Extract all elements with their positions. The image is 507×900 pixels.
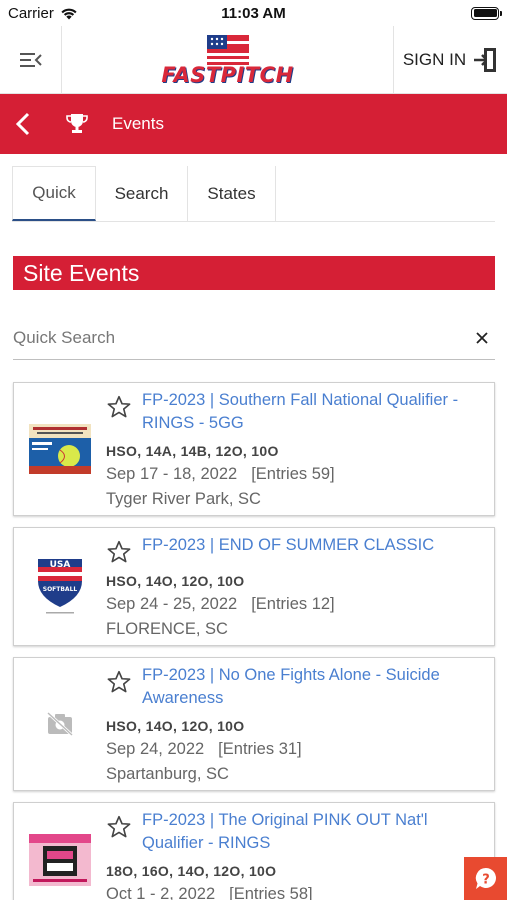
event-head: FP-2023 | No One Fights Alone - Suicide … xyxy=(106,664,486,710)
event-entries: [Entries 59] xyxy=(251,465,335,483)
chevron-left-icon xyxy=(16,112,30,136)
star-icon[interactable] xyxy=(106,814,132,840)
event-date: Sep 24, 2022 xyxy=(106,740,205,758)
status-bar: Carrier 11:03 AM xyxy=(0,0,507,26)
event-head: FP-2023 | Southern Fall National Qualifi… xyxy=(106,389,486,435)
sign-in-button[interactable]: SIGN IN xyxy=(393,26,507,93)
svg-text:USA: USA xyxy=(50,560,71,570)
event-tabs: Quick Search States xyxy=(12,166,495,222)
close-icon xyxy=(476,331,488,344)
carrier-label: Carrier xyxy=(8,4,54,22)
event-location: Tyger River Park, SC xyxy=(106,490,261,508)
star-icon[interactable] xyxy=(106,394,132,420)
event-body: FP-2023 | The Original PINK OUT Nat'l Qu… xyxy=(106,809,486,900)
sign-in-label: SIGN IN xyxy=(402,49,467,69)
event-divisions: HSO, 14O, 12O, 10O xyxy=(106,573,245,589)
event-card[interactable]: USA SOFTBALL FP-2023 | END OF SUMMER CLA… xyxy=(13,527,495,646)
usa-softball-logo: USA SOFTBALL xyxy=(38,558,82,613)
event-date: Sep 24 - 25, 2022 xyxy=(106,595,238,613)
tab-states[interactable]: States xyxy=(188,166,276,221)
sign-in-icon xyxy=(474,47,497,72)
menu-button[interactable] xyxy=(0,26,62,93)
logo-emblem-icon xyxy=(206,35,249,65)
event-list: FP-2023 | Southern Fall National Qualifi… xyxy=(13,382,495,900)
event-entries: [Entries 12] xyxy=(251,595,335,613)
help-button[interactable]: ? xyxy=(464,857,507,900)
clear-search-button[interactable] xyxy=(469,331,495,344)
event-body: FP-2023 | No One Fights Alone - Suicide … xyxy=(106,664,486,784)
event-head: FP-2023 | The Original PINK OUT Nat'l Qu… xyxy=(106,809,486,855)
event-body: FP-2023 | Southern Fall National Qualifi… xyxy=(106,389,486,509)
tab-search[interactable]: Search xyxy=(96,166,188,221)
event-divisions: HSO, 14A, 14B, 12O, 10O xyxy=(106,443,279,459)
event-date: Oct 1 - 2, 2022 xyxy=(106,885,216,900)
event-location: FLORENCE, SC xyxy=(106,620,228,638)
back-button[interactable] xyxy=(4,112,42,136)
star-icon[interactable] xyxy=(106,539,132,565)
event-body: FP-2023 | END OF SUMMER CLASSIC HSO, 14O… xyxy=(106,534,486,639)
svg-text:SOFTBALL: SOFTBALL xyxy=(43,586,78,593)
app-header: FASTPITCH SIGN IN xyxy=(0,26,507,94)
quick-search-input[interactable] xyxy=(13,327,469,348)
page-title: Events xyxy=(112,114,164,133)
event-thumbnail: USA SOFTBALL xyxy=(14,534,106,639)
help-icon: ? xyxy=(475,867,496,889)
no-image-icon xyxy=(46,712,74,736)
event-title-link[interactable]: FP-2023 | END OF SUMMER CLASSIC xyxy=(142,534,434,557)
event-title-link[interactable]: FP-2023 | Southern Fall National Qualifi… xyxy=(142,389,486,435)
star-icon[interactable] xyxy=(106,669,132,695)
svg-text:?: ? xyxy=(482,872,490,887)
tab-quick[interactable]: Quick xyxy=(12,166,96,221)
wifi-icon xyxy=(61,8,77,19)
section-title: Site Events xyxy=(13,256,495,290)
event-divisions: HSO, 14O, 12O, 10O xyxy=(106,718,245,734)
event-date-row: Sep 17 - 18, 2022 [Entries 59] xyxy=(106,465,486,484)
event-date: Sep 17 - 18, 2022 xyxy=(106,465,238,483)
event-thumbnail xyxy=(14,809,106,900)
event-date-row: Oct 1 - 2, 2022 [Entries 58] xyxy=(106,885,486,900)
logo-text: FASTPITCH xyxy=(161,63,294,87)
event-divisions: 18O, 16O, 14O, 12O, 10O xyxy=(106,863,277,879)
event-date-row: Sep 24, 2022 [Entries 31] xyxy=(106,740,486,759)
event-date-row: Sep 24 - 25, 2022 [Entries 12] xyxy=(106,595,486,614)
event-entries: [Entries 31] xyxy=(218,740,302,758)
event-entries: [Entries 58] xyxy=(229,885,313,900)
event-title-link[interactable]: FP-2023 | The Original PINK OUT Nat'l Qu… xyxy=(142,809,486,855)
battery-icon xyxy=(471,6,502,20)
pink-out-flyer-image xyxy=(29,833,91,886)
trophy-icon xyxy=(64,113,90,135)
event-card[interactable]: FP-2023 | The Original PINK OUT Nat'l Qu… xyxy=(13,802,495,900)
title-bar: Events xyxy=(0,94,507,154)
event-title-link[interactable]: FP-2023 | No One Fights Alone - Suicide … xyxy=(142,664,486,710)
event-thumbnail xyxy=(14,664,106,784)
event-card[interactable]: FP-2023 | Southern Fall National Qualifi… xyxy=(13,382,495,516)
quick-search-bar xyxy=(13,316,495,360)
event-thumbnail xyxy=(14,389,106,509)
event-card[interactable]: FP-2023 | No One Fights Alone - Suicide … xyxy=(13,657,495,791)
event-location: Spartanburg, SC xyxy=(106,765,229,783)
event-head: FP-2023 | END OF SUMMER CLASSIC xyxy=(106,534,486,565)
brand-logo[interactable]: FASTPITCH xyxy=(62,26,393,93)
status-left: Carrier xyxy=(8,5,78,22)
menu-collapse-icon xyxy=(19,52,42,67)
softball-flyer-image xyxy=(29,424,91,474)
